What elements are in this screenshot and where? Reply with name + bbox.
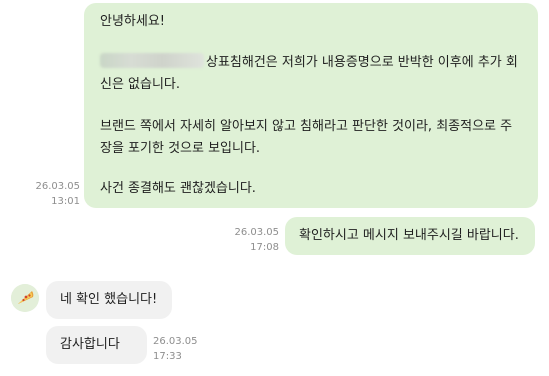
message-timestamp: 26.03.05 13:01 — [30, 179, 80, 209]
message-paragraph: 상표침해건은 저희가 내용증명으로 반박한 이후에 추가 회 신은 없습니다. — [100, 52, 524, 96]
message-timestamp: 26.03.05 17:33 — [153, 334, 203, 364]
message-date: 26.03.05 — [234, 227, 279, 238]
message-line: 사건 종결해도 괜찮겠습니다. — [100, 181, 256, 196]
message-line: 상표침해건은 저희가 내용증명으로 반박한 이후에 추가 회 — [206, 55, 518, 70]
chat-thread: 26.03.05 13:01 안녕하세요! 상표침해건은 저희가 내용증명으로 … — [0, 0, 549, 376]
message-paragraph: 브랜드 쪽에서 자세히 알아보지 않고 침해라고 판단한 것이라, 최종적으로 … — [100, 116, 524, 160]
incoming-message-bubble[interactable]: 네 확인 했습니다! — [46, 281, 172, 319]
message-date: 26.03.05 — [153, 336, 198, 347]
message-time: 17:33 — [153, 351, 182, 362]
message-text: 감사합니다 :) — [60, 337, 120, 376]
message-line: 장을 포기한 것으로 보입니다. — [100, 141, 261, 156]
message-line: 신은 없습니다. — [100, 77, 181, 92]
incoming-message-bubble[interactable]: 감사합니다 :) — [46, 326, 147, 376]
redacted-text-blur — [100, 53, 204, 68]
message-date: 26.03.05 — [35, 181, 80, 192]
message-line: 안녕하세요! — [100, 14, 166, 29]
message-time: 17:08 — [250, 242, 279, 253]
avatar[interactable] — [11, 284, 39, 312]
outgoing-message-bubble[interactable]: 안녕하세요! 상표침해건은 저희가 내용증명으로 반박한 이후에 추가 회 신은… — [84, 3, 538, 208]
message-time: 13:01 — [51, 196, 80, 207]
outgoing-message-bubble[interactable]: 확인하시고 메시지 보내주시길 바랍니다. — [285, 217, 535, 255]
message-text: 네 확인 했습니다! — [60, 292, 158, 307]
message-timestamp: 26.03.05 17:08 — [229, 225, 279, 255]
pizza-slice-icon — [11, 284, 39, 312]
message-text: 확인하시고 메시지 보내주시길 바랍니다. — [299, 228, 519, 243]
message-line: 브랜드 쪽에서 자세히 알아보지 않고 침해라고 판단한 것이라, 최종적으로 … — [100, 119, 513, 134]
